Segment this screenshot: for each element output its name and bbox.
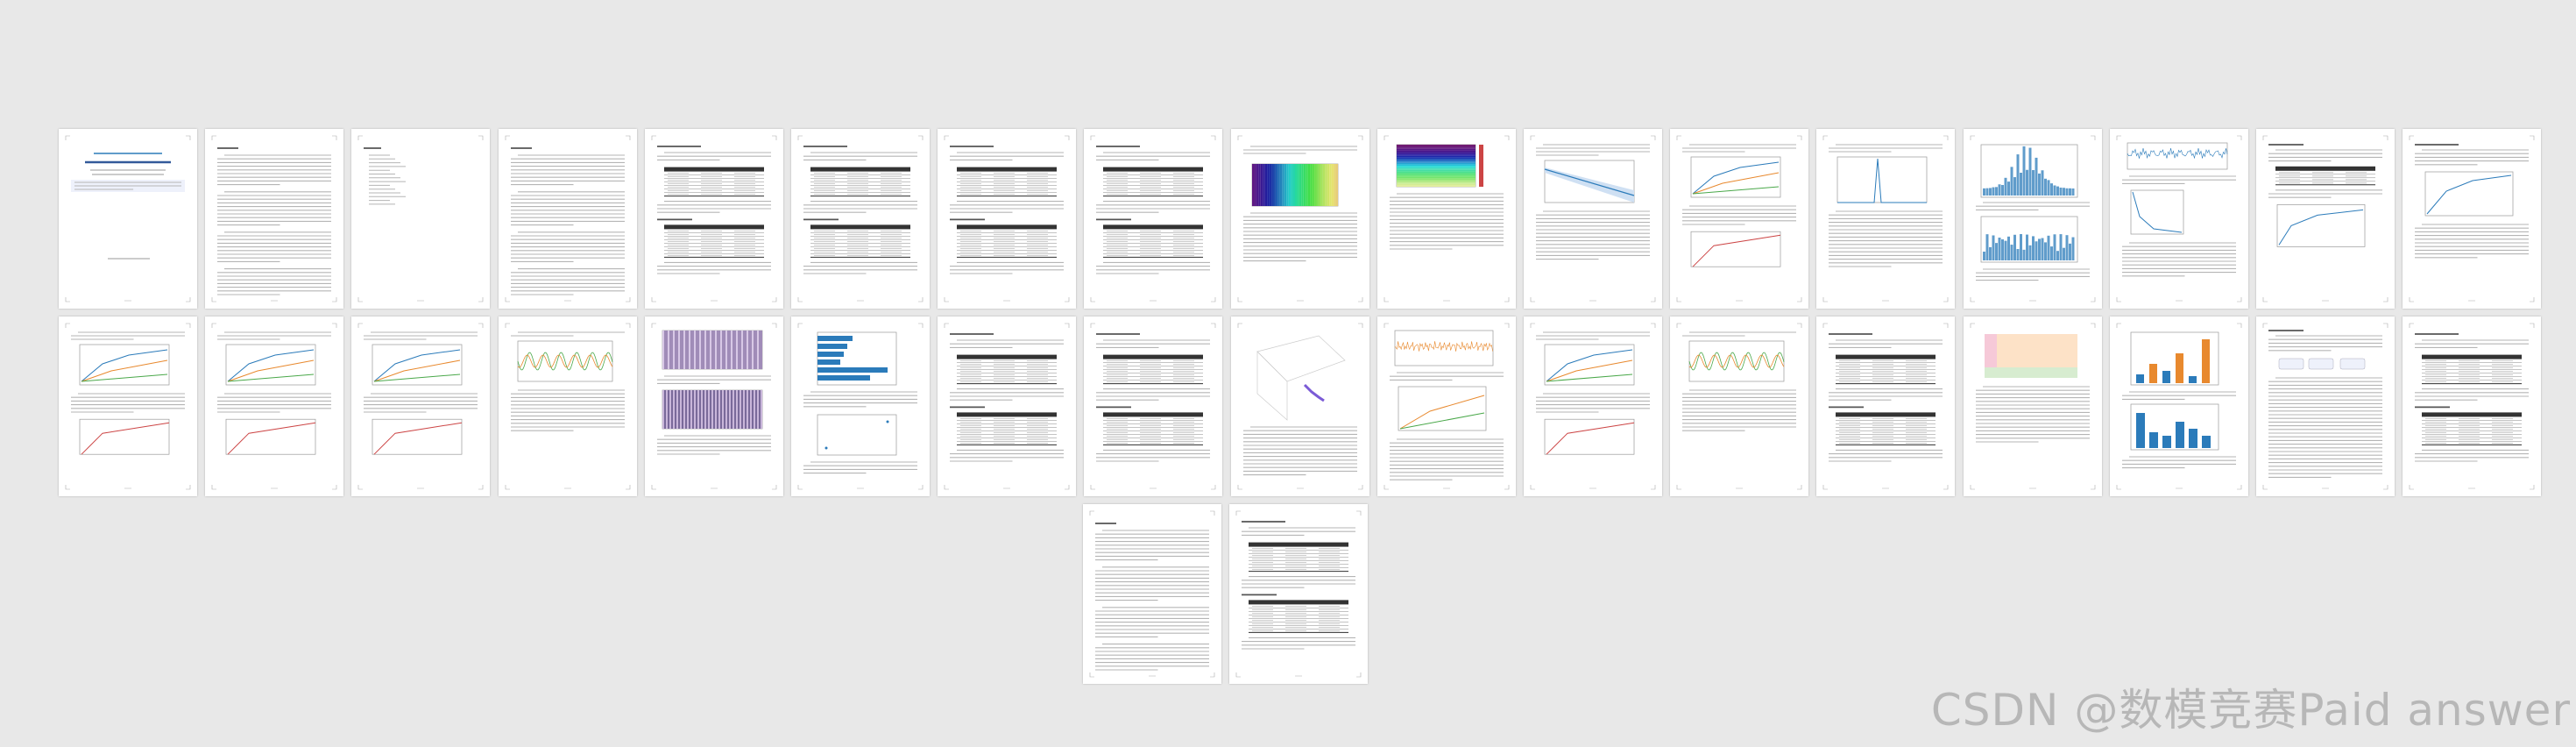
page-preview	[1091, 323, 1216, 490]
page-preview	[2116, 135, 2242, 302]
page-preview	[1091, 135, 1216, 302]
page-thumbnail[interactable]	[2403, 317, 2542, 496]
page-thumbnail[interactable]	[2109, 129, 2248, 309]
page-preview	[1384, 323, 1510, 490]
page-preview	[797, 323, 924, 490]
page-thumbnail[interactable]	[1083, 504, 1221, 684]
page-preview	[1676, 323, 1802, 490]
page-preview	[505, 323, 630, 490]
page-thumbnail[interactable]	[498, 317, 637, 496]
page-thumbnail[interactable]	[791, 129, 930, 309]
watermark: CSDN @数模竞赛Paid answer	[1930, 685, 2571, 736]
page-preview	[2262, 323, 2388, 490]
page-thumbnail[interactable]	[1084, 317, 1223, 496]
page-thumbnail[interactable]	[2256, 317, 2395, 496]
page-preview	[1089, 510, 1215, 678]
page-thumbnail[interactable]	[938, 129, 1077, 309]
page-thumbnail[interactable]	[1816, 317, 1956, 496]
page-preview	[1237, 323, 1362, 490]
page-thumbnail[interactable]	[498, 129, 637, 309]
page-preview	[65, 135, 191, 302]
page-thumbnail[interactable]	[1670, 317, 1809, 496]
page-thumbnail[interactable]	[1524, 129, 1662, 309]
page-preview	[1384, 135, 1510, 302]
page-thumbnail[interactable]	[1524, 317, 1662, 496]
page-preview	[1530, 135, 1656, 302]
page-preview	[651, 323, 777, 490]
page-thumbnail[interactable]	[2109, 317, 2248, 496]
page-preview	[1823, 323, 1949, 490]
page-preview	[1970, 323, 2095, 490]
page-thumbnail[interactable]	[1230, 317, 1369, 496]
page-preview	[2409, 323, 2535, 490]
page-thumbnail[interactable]	[644, 317, 783, 496]
page-thumbnail[interactable]	[1963, 129, 2102, 309]
page-thumbnail[interactable]	[351, 317, 491, 496]
page-preview	[2262, 135, 2388, 302]
page-preview	[1823, 135, 1949, 302]
page-preview	[505, 135, 630, 302]
page-preview	[797, 135, 924, 302]
page-thumbnail[interactable]	[1816, 129, 1956, 309]
page-thumbnail[interactable]	[59, 129, 197, 309]
page-preview	[65, 323, 191, 490]
page-preview	[1235, 510, 1362, 678]
page-thumbnail[interactable]	[351, 129, 491, 309]
page-thumbnail[interactable]	[205, 129, 344, 309]
page-preview	[1237, 135, 1362, 302]
page-thumbnail[interactable]	[644, 129, 783, 309]
page-preview	[211, 323, 337, 490]
page-thumbnail[interactable]	[1376, 129, 1516, 309]
page-thumbnail[interactable]	[205, 317, 344, 496]
page-preview	[651, 135, 777, 302]
page-preview	[1676, 135, 1802, 302]
page-preview	[944, 323, 1070, 490]
page-preview	[1970, 135, 2095, 302]
page-thumbnail[interactable]	[1084, 129, 1223, 309]
page-preview	[211, 135, 337, 302]
page-thumbnail[interactable]	[938, 317, 1077, 496]
page-thumbnail[interactable]	[59, 317, 197, 496]
page-preview	[944, 135, 1070, 302]
page-thumbnail[interactable]	[1670, 129, 1809, 309]
page-preview	[358, 135, 484, 302]
page-thumbnail[interactable]	[1376, 317, 1516, 496]
page-thumbnail[interactable]	[1963, 317, 2102, 496]
page-thumbnail[interactable]	[1230, 129, 1369, 309]
page-thumbnail[interactable]	[791, 317, 930, 496]
page-preview	[2116, 323, 2242, 490]
page-thumbnail[interactable]	[2403, 129, 2542, 309]
page-preview	[1530, 323, 1656, 490]
page-thumbnail[interactable]	[1229, 504, 1369, 684]
page-preview	[358, 323, 484, 490]
page-preview	[2409, 135, 2535, 302]
page-thumbnail[interactable]	[2256, 129, 2395, 309]
